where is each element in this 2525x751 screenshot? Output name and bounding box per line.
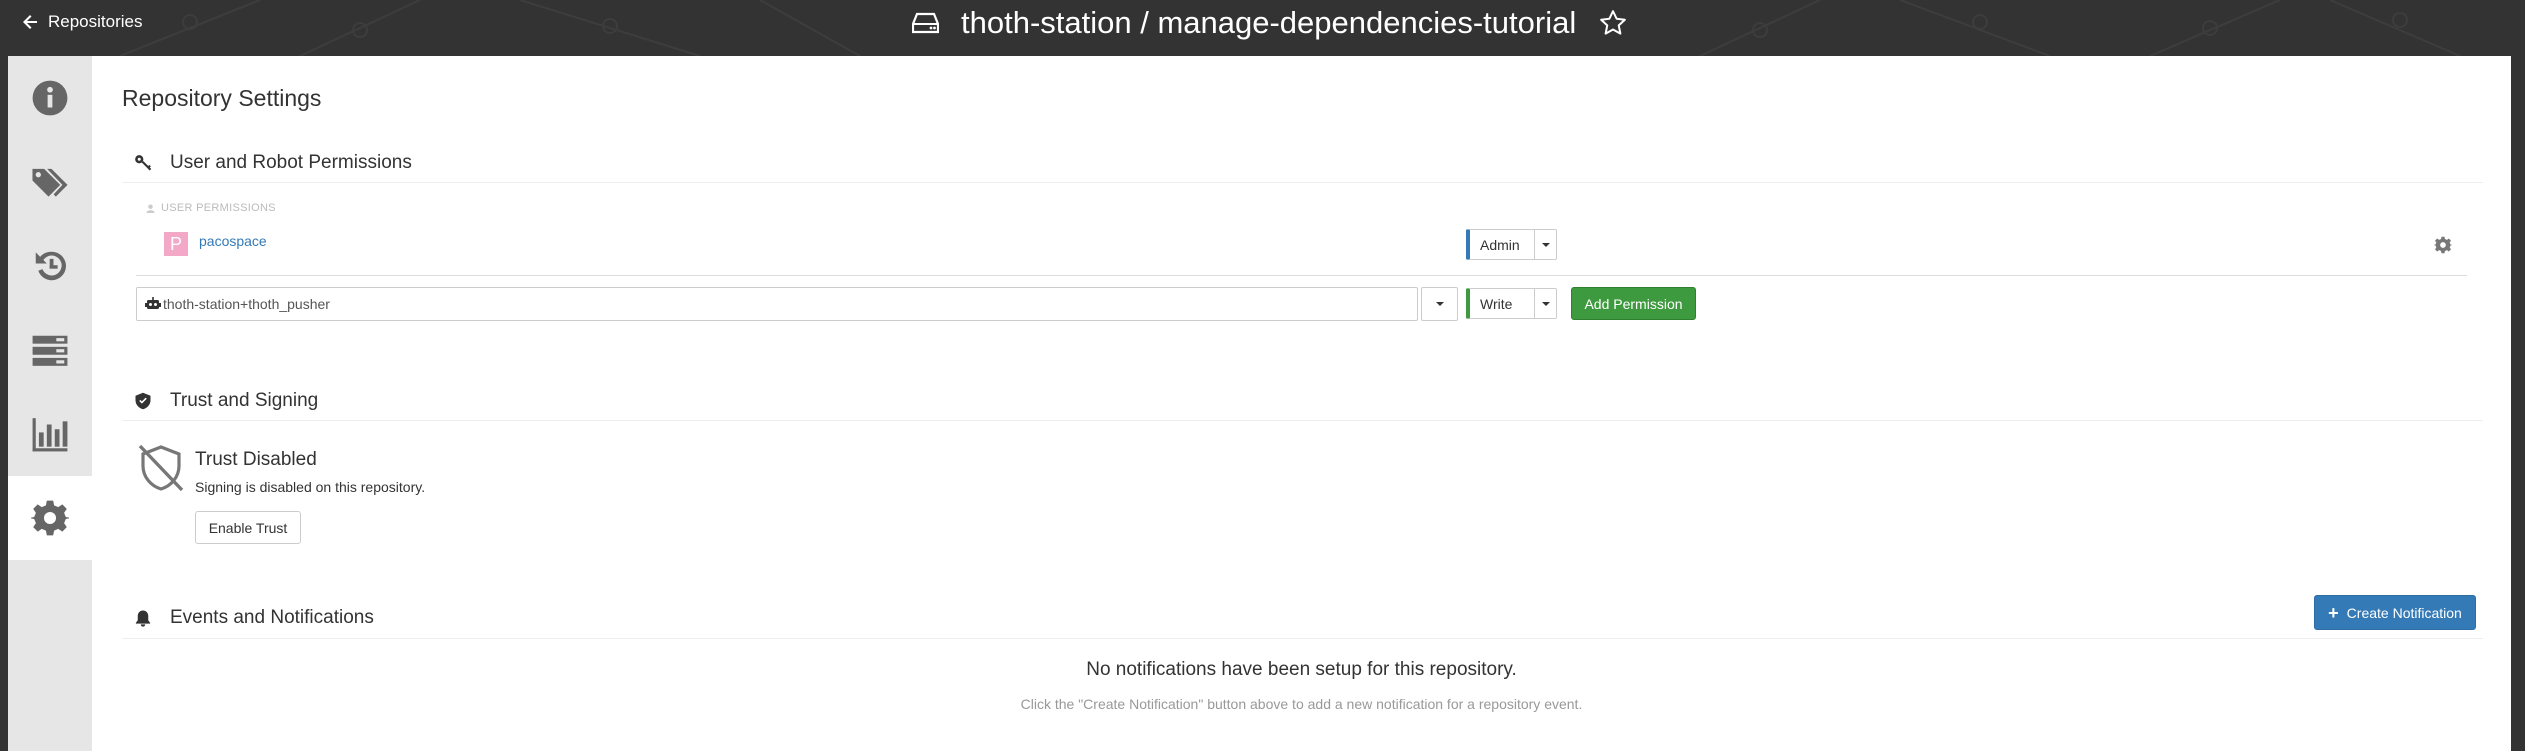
repository-name: thoth-station / manage-dependencies-tuto… — [961, 5, 1577, 40]
page-title: Repository Settings — [122, 85, 322, 111]
user-link-pacospace[interactable]: pacospace — [199, 233, 267, 249]
robot-icon — [145, 297, 161, 309]
shield-disabled-icon — [138, 444, 184, 492]
new-role-dropdown[interactable]: Write — [1466, 288, 1557, 319]
empty-notifications-title: No notifications have been setup for thi… — [1086, 659, 1517, 680]
sidebar-item-settings[interactable] — [8, 476, 92, 560]
builds-icon — [32, 335, 68, 366]
bell-icon — [135, 610, 151, 627]
entity-search-input[interactable]: thoth-station+thoth_pusher — [136, 287, 1418, 321]
top-bar: Repositories thoth-station / manage-depe… — [0, 0, 2525, 56]
avatar: P — [164, 232, 188, 256]
history-icon — [35, 251, 66, 281]
user-permissions-subheader: USER PERMISSIONS — [146, 202, 276, 214]
entity-search-value: thoth-station+thoth_pusher — [163, 296, 330, 312]
divider — [122, 638, 2483, 639]
info-icon — [32, 80, 68, 116]
usage-logs-icon — [32, 418, 68, 452]
tags-icon — [32, 168, 68, 197]
sidebar-item-usage-logs[interactable] — [8, 392, 92, 476]
trust-section-title: Trust and Signing — [170, 390, 319, 411]
new-role-value: Write — [1480, 295, 1513, 312]
entity-dropdown-toggle[interactable] — [1421, 287, 1458, 321]
sidebar-item-information[interactable] — [8, 56, 92, 140]
sidebar-item-tags[interactable] — [8, 140, 92, 224]
chevron-down-icon — [1534, 289, 1556, 318]
row-options-gear-icon[interactable] — [2434, 236, 2452, 254]
divider — [122, 420, 2483, 421]
key-icon — [135, 155, 152, 171]
shield-check-icon — [135, 392, 151, 410]
sidebar-item-builds[interactable] — [8, 308, 92, 392]
empty-notifications-description: Click the "Create Notification" button a… — [1020, 696, 1583, 712]
user-role-value: Admin — [1480, 236, 1520, 253]
enable-trust-button[interactable]: Enable Trust — [195, 511, 301, 544]
chevron-down-icon — [1435, 302, 1444, 306]
main-frame: Repository Settings User and Robot Permi… — [0, 56, 2525, 751]
repository-sidebar — [8, 56, 92, 751]
create-notification-label: Create Notification — [2346, 604, 2462, 621]
right-frame-border — [2511, 56, 2525, 751]
user-role-dropdown[interactable]: Admin — [1466, 229, 1557, 260]
back-to-repositories-link[interactable]: Repositories — [22, 12, 143, 32]
star-icon[interactable] — [1598, 8, 1628, 38]
user-icon — [146, 203, 155, 213]
permissions-section-header: User and Robot Permissions — [134, 152, 412, 174]
chevron-down-icon — [1534, 230, 1556, 259]
add-permission-button[interactable]: Add Permission — [1571, 287, 1696, 320]
notifications-section-header: Events and Notifications — [134, 607, 374, 629]
create-notification-button[interactable]: + Create Notification — [2314, 595, 2476, 630]
divider — [136, 275, 2467, 276]
sidebar-item-history[interactable] — [8, 224, 92, 308]
repository-hdd-icon — [912, 12, 939, 34]
settings-content: Repository Settings User and Robot Permi… — [92, 56, 2511, 751]
left-frame-border — [0, 56, 8, 751]
trust-status-description: Signing is disabled on this repository. — [195, 479, 426, 495]
repository-title: thoth-station / manage-dependencies-tuto… — [912, 4, 1628, 42]
trust-section-header: Trust and Signing — [134, 390, 318, 412]
divider — [122, 182, 2483, 183]
settings-gear-icon — [31, 500, 69, 536]
notifications-section-title: Events and Notifications — [170, 607, 374, 628]
back-label: Repositories — [48, 12, 143, 31]
permissions-section-title: User and Robot Permissions — [170, 152, 412, 173]
arrow-left-icon — [23, 15, 37, 29]
trust-status-title: Trust Disabled — [195, 449, 317, 470]
plus-icon: + — [2328, 602, 2339, 623]
